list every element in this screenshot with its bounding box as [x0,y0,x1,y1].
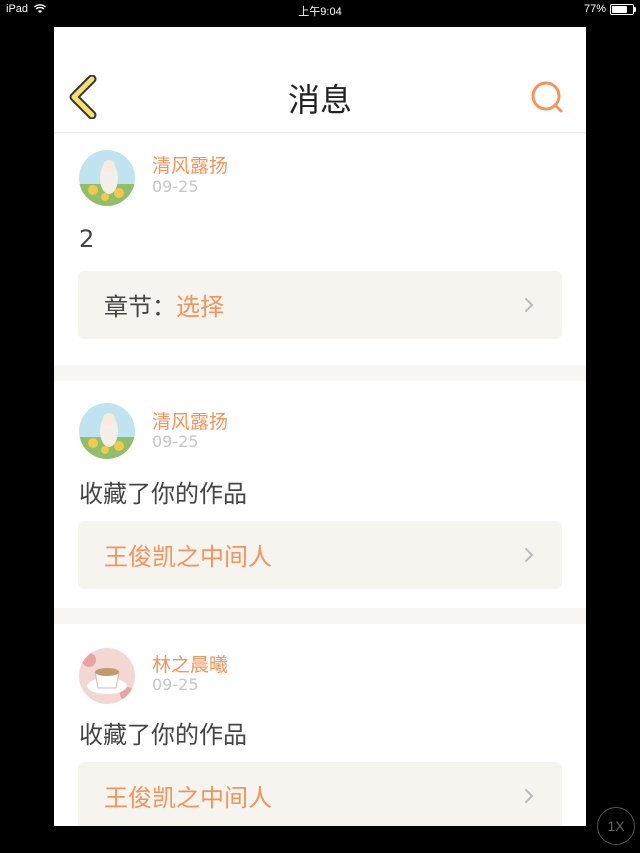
chevron-right-icon [525,789,534,803]
message-link[interactable]: 王俊凯之中间人 [78,762,562,826]
message-list: 清风露扬 09-25 2 章节：选择 清风露扬 09-25 收藏了你的作品 王俊… [54,133,586,826]
message-link[interactable]: 章节：选择 [78,271,562,339]
avatar[interactable] [79,403,135,459]
battery-percent: 77% [583,3,606,15]
chevron-right-icon [525,548,534,562]
search-icon [531,81,563,113]
message-link[interactable]: 王俊凯之中间人 [78,521,562,589]
zoom-1x-button[interactable]: 1X [597,807,635,845]
link-label: 章节： [104,293,176,321]
message-username[interactable]: 林之晨曦 [152,650,228,677]
message-card: 林之晨曦 09-25 收藏了你的作品 王俊凯之中间人 [54,624,586,826]
message-date: 09-25 [152,432,199,451]
chevron-right-icon [525,298,534,312]
avatar[interactable] [79,150,135,206]
page-title: 消息 [287,81,352,119]
status-time: 上午9:04 [298,6,342,18]
message-date: 09-25 [152,177,199,196]
nav-bar: 消息 [54,27,586,133]
avatar[interactable] [79,648,135,704]
battery-icon [610,3,636,15]
message-username[interactable]: 清风露扬 [152,407,228,434]
message-card: 清风露扬 09-25 收藏了你的作品 王俊凯之中间人 [54,381,586,608]
message-date: 09-25 [152,675,199,694]
status-bar: iPad 上午9:04 77% [0,0,640,20]
message-content: 2 [79,225,95,253]
divider [54,608,586,624]
divider [54,365,586,381]
message-content: 收藏了你的作品 [79,721,247,749]
link-value: 王俊凯之中间人 [104,543,272,571]
search-button[interactable] [528,78,568,118]
message-username[interactable]: 清风露扬 [152,151,228,178]
message-card: 清风露扬 09-25 2 章节：选择 [54,133,586,365]
message-content: 收藏了你的作品 [79,480,247,508]
app-window: 消息 清风露扬 09-25 2 章节：选择 清风露扬 09-25 收藏了你的作品… [54,27,586,826]
link-value: 选择 [176,293,224,321]
link-value: 王俊凯之中间人 [104,784,272,812]
